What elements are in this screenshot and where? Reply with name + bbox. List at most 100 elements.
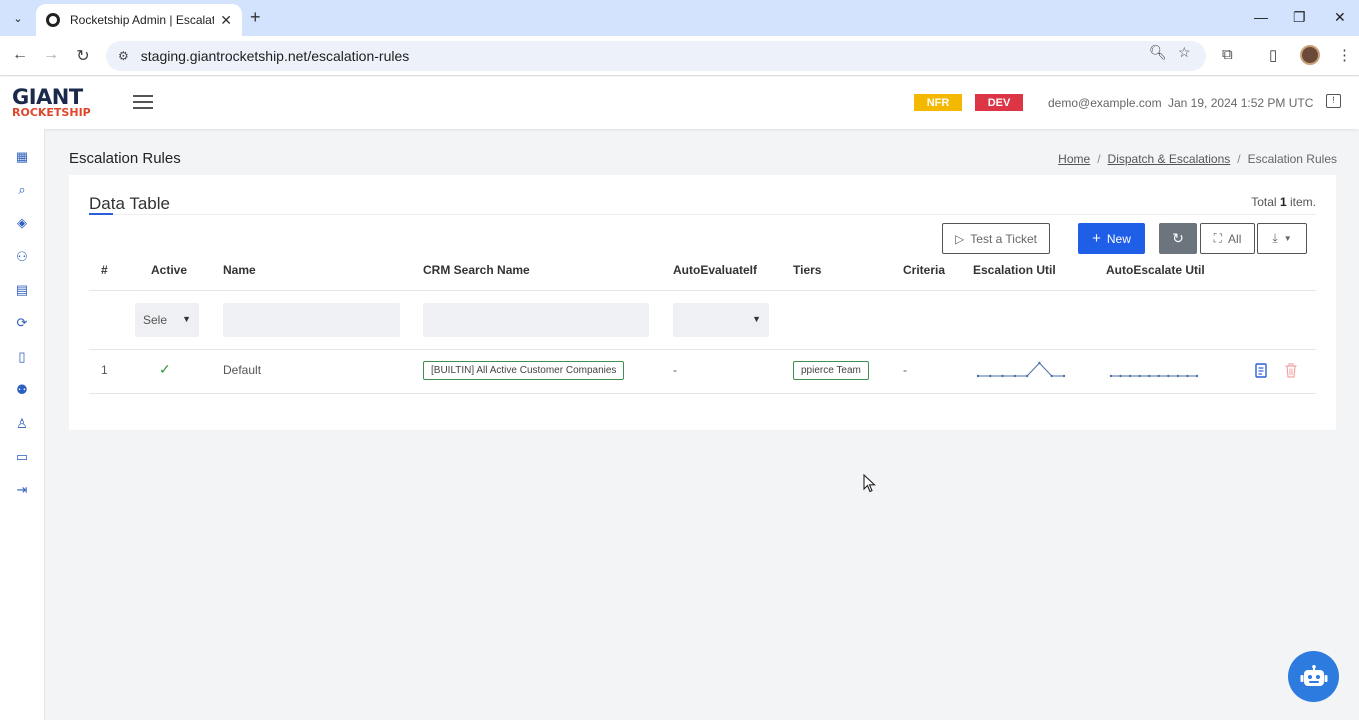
row-name[interactable]: Default bbox=[223, 363, 261, 377]
dev-badge: DEV bbox=[975, 94, 1023, 111]
escalation-util-point bbox=[1038, 361, 1041, 365]
crm-search-name-tag[interactable]: [BUILTIN] All Active Customer Companies bbox=[423, 361, 625, 380]
hamburger-menu-icon[interactable] bbox=[133, 95, 153, 113]
escalation-util-point bbox=[1013, 374, 1017, 378]
card-divider bbox=[89, 214, 1316, 215]
total-count: 1 bbox=[1279, 195, 1287, 209]
sidebar: ▦ ⌕ ◈ ⚇ ▤ ⟳ ▯ ⚉ ♙ ▭ ⇥ bbox=[0, 129, 45, 720]
giant-rocketship-logo[interactable]: GIANT ROCKETSHIP bbox=[12, 85, 91, 119]
extensions-icon[interactable]: ⧉ bbox=[1222, 46, 1233, 63]
col-header-crm-search-name[interactable]: CRM Search Name bbox=[423, 263, 530, 277]
col-header-escalation-util[interactable]: Escalation Util bbox=[973, 263, 1056, 277]
col-header-criteria[interactable]: Criteria bbox=[903, 263, 945, 277]
col-header-name[interactable]: Name bbox=[223, 263, 256, 277]
tier-tag[interactable]: ppierce Team bbox=[793, 361, 869, 380]
browser-menu-icon[interactable]: ⋮ bbox=[1337, 46, 1352, 64]
autoescalate-util-sparkline bbox=[1109, 374, 1199, 378]
col-header-active[interactable]: Active bbox=[151, 263, 187, 277]
breadcrumb-separator: / bbox=[1237, 152, 1241, 166]
refresh-button[interactable]: ↻ bbox=[1159, 223, 1197, 254]
side-panel-icon[interactable]: ▯ bbox=[1269, 46, 1277, 64]
tab-search-chevron-icon[interactable]: ⌄ bbox=[8, 8, 28, 28]
autoevaluateif-filter-select[interactable]: ▼ bbox=[673, 303, 769, 337]
address-bar[interactable]: ⚙ staging.giantrocketship.net/escalation… bbox=[106, 41, 1206, 71]
escalation-util-point bbox=[1050, 374, 1053, 378]
breadcrumb: Home / Dispatch & Escalations / Escalati… bbox=[1058, 152, 1337, 166]
site-info-icon[interactable]: ⚙ bbox=[118, 49, 129, 63]
download-icon: ⤓ bbox=[1272, 231, 1278, 245]
new-label: New bbox=[1106, 231, 1131, 246]
user-icon[interactable]: ♙ bbox=[14, 416, 30, 432]
name-filter-input[interactable] bbox=[223, 303, 400, 337]
chevron-down-icon: ▼ bbox=[182, 314, 191, 324]
browser-tab[interactable]: Rocketship Admin | Escalation R ✕ bbox=[36, 4, 242, 36]
bookmark-star-icon[interactable]: ☆ bbox=[1178, 44, 1191, 61]
header-divider bbox=[89, 290, 1316, 291]
col-header-tiers[interactable]: Tiers bbox=[793, 263, 821, 277]
new-button[interactable]: + New bbox=[1078, 223, 1145, 254]
autoescalate-util-point bbox=[1138, 374, 1141, 378]
play-icon: ▷ bbox=[955, 231, 965, 246]
download-dropdown-button[interactable]: ⤓ ▼ bbox=[1257, 223, 1307, 254]
row-divider bbox=[89, 393, 1316, 394]
data-table-card: Data Table Total 1 item. ▷ Test a Ticket… bbox=[69, 175, 1336, 430]
active-check-icon: ✓ bbox=[159, 361, 171, 377]
feedback-icon[interactable]: ! bbox=[1326, 94, 1341, 108]
col-header-autoevaluateif[interactable]: AutoEvaluateIf bbox=[673, 263, 757, 277]
col-header-autoescalate-util[interactable]: AutoEscalate Util bbox=[1106, 263, 1205, 277]
delete-trash-icon[interactable] bbox=[1285, 363, 1297, 378]
reload-icon[interactable]: ↻ bbox=[73, 46, 93, 66]
new-tab-icon[interactable]: + bbox=[250, 8, 261, 26]
document-icon[interactable]: ▯ bbox=[14, 349, 30, 365]
sync-icon[interactable]: ⟳ bbox=[14, 315, 30, 331]
chevron-down-icon: ▼ bbox=[752, 314, 761, 324]
user-email[interactable]: demo@example.com bbox=[1048, 96, 1162, 110]
total-items: Total 1 item. bbox=[1251, 195, 1316, 209]
tab-close-icon[interactable]: ✕ bbox=[220, 12, 232, 29]
forward-icon[interactable]: → bbox=[41, 46, 61, 64]
breadcrumb-dispatch-escalations[interactable]: Dispatch & Escalations bbox=[1108, 152, 1231, 166]
test-ticket-label: Test a Ticket bbox=[970, 231, 1037, 246]
restore-icon[interactable]: ❐ bbox=[1293, 9, 1306, 26]
close-window-icon[interactable]: ✕ bbox=[1334, 9, 1346, 26]
logo-bottom-text: ROCKETSHIP bbox=[12, 106, 91, 119]
nfr-badge: NFR bbox=[914, 94, 962, 111]
autoescalate-util-point bbox=[1176, 374, 1180, 378]
test-ticket-button[interactable]: ▷ Test a Ticket bbox=[942, 223, 1050, 254]
back-icon[interactable]: ← bbox=[10, 46, 30, 64]
calendar-icon[interactable]: ▤ bbox=[14, 282, 30, 298]
zoom-icon[interactable]: 🔍︎ bbox=[1149, 44, 1167, 61]
row-autoevaluateif: - bbox=[673, 363, 677, 377]
escalation-util-point bbox=[1025, 374, 1029, 378]
crm-search-name-filter-input[interactable] bbox=[423, 303, 649, 337]
autoescalate-util-point bbox=[1148, 374, 1151, 378]
breadcrumb-current: Escalation Rules bbox=[1247, 152, 1337, 166]
profile-avatar[interactable] bbox=[1300, 45, 1320, 65]
layers-icon[interactable]: ◈ bbox=[14, 215, 30, 231]
filter-divider bbox=[89, 349, 1316, 350]
escalation-util-sparkline bbox=[976, 361, 1066, 378]
report-icon[interactable]: ▭ bbox=[14, 449, 30, 465]
active-filter-select[interactable]: Sele ▼ bbox=[135, 303, 199, 337]
minimize-icon[interactable]: — bbox=[1254, 9, 1268, 25]
show-all-button[interactable]: ⛶ All bbox=[1200, 223, 1255, 254]
logo-top-text: GIANT bbox=[12, 85, 83, 109]
page-title: Escalation Rules bbox=[69, 150, 181, 167]
network-icon[interactable]: ⚇ bbox=[14, 249, 30, 265]
autoescalate-util-point bbox=[1128, 374, 1132, 378]
breadcrumb-home[interactable]: Home bbox=[1058, 152, 1090, 166]
caret-down-icon: ▼ bbox=[1283, 234, 1292, 243]
mouse-cursor-icon bbox=[863, 474, 876, 493]
users-icon[interactable]: ⚉ bbox=[14, 382, 30, 398]
search-icon[interactable]: ⌕ bbox=[14, 182, 30, 198]
logout-icon[interactable]: ⇥ bbox=[14, 482, 30, 498]
plus-icon: + bbox=[1092, 230, 1101, 247]
chatbot-button[interactable] bbox=[1288, 651, 1339, 702]
escalation-util-point bbox=[976, 374, 980, 378]
edit-document-icon[interactable] bbox=[1255, 363, 1267, 378]
refresh-icon: ↻ bbox=[1172, 230, 1184, 246]
autoescalate-util-point bbox=[1119, 374, 1122, 378]
robot-icon bbox=[1300, 664, 1327, 686]
dashboard-icon[interactable]: ▦ bbox=[14, 149, 30, 165]
tab-title: Rocketship Admin | Escalation R bbox=[70, 13, 215, 27]
